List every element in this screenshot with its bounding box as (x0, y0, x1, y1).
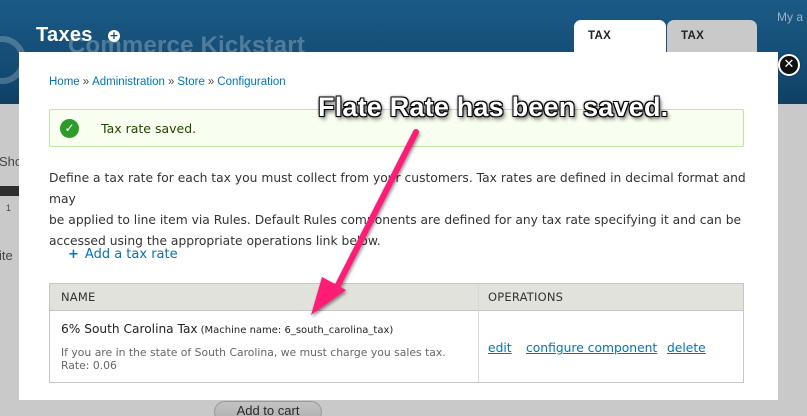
annotation-callout: Flate Rate has been saved. (318, 92, 669, 122)
annotation-arrow (311, 129, 419, 315)
